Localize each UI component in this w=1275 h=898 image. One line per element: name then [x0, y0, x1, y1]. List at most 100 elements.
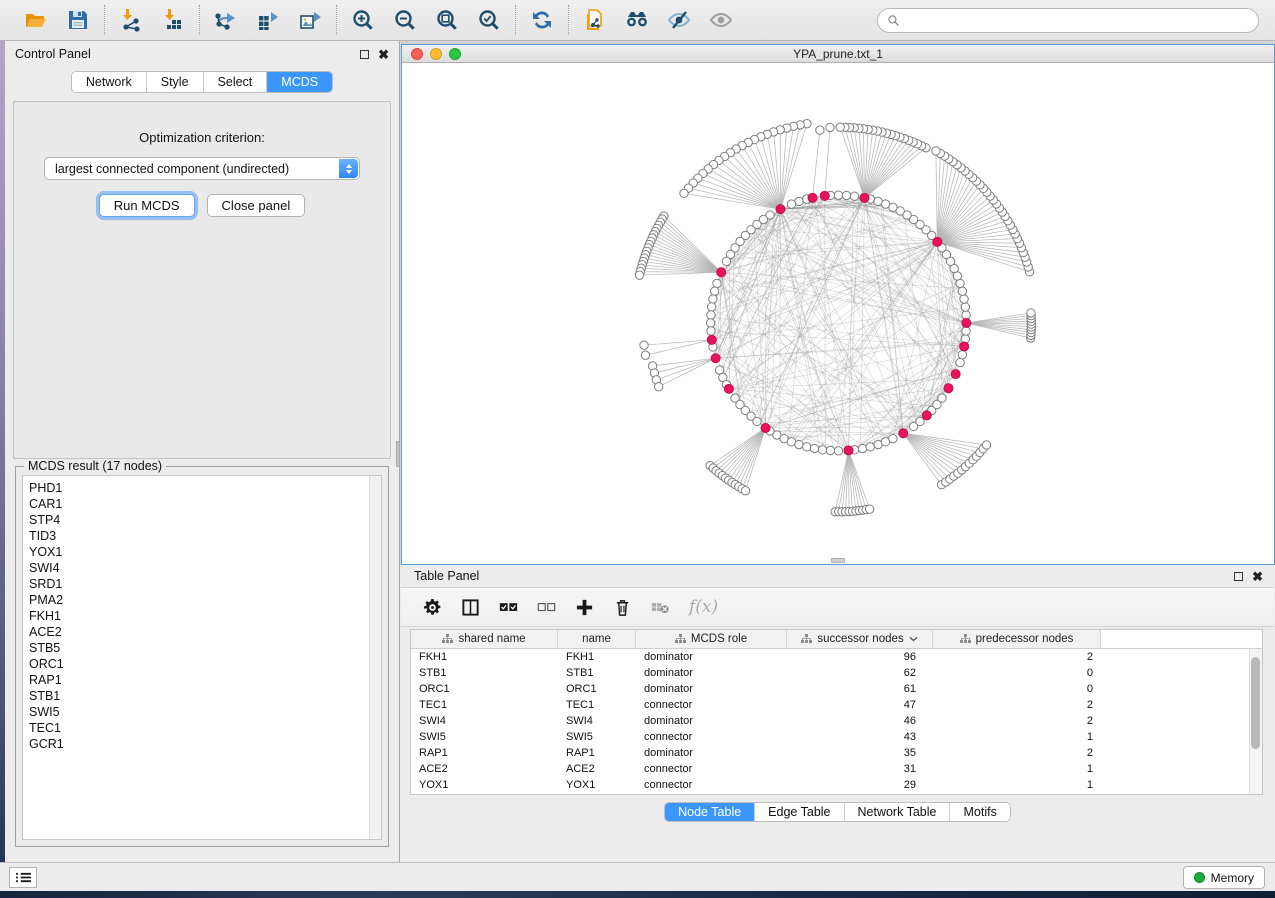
table-scrollbar[interactable]	[1249, 649, 1262, 794]
add-icon[interactable]	[575, 594, 594, 620]
mcds-result-item[interactable]: SWI5	[29, 704, 381, 720]
zoom-fit-icon[interactable]	[433, 6, 461, 34]
zoom-out-icon[interactable]	[391, 6, 419, 34]
search-field[interactable]	[877, 8, 1259, 33]
table-row[interactable]: FKH1FKH1dominator962	[411, 649, 1249, 665]
mcds-result-item[interactable]: STB1	[29, 688, 381, 704]
tab-edge-table[interactable]: Edge Table	[755, 803, 844, 821]
tab-select[interactable]: Select	[204, 72, 268, 92]
float-panel-icon[interactable]	[360, 50, 369, 59]
attribute-type-icon	[960, 634, 971, 644]
search-input[interactable]	[906, 13, 1249, 27]
tab-motifs[interactable]: Motifs	[950, 803, 1009, 821]
mcds-list-scrollbar[interactable]	[369, 476, 381, 839]
tab-network[interactable]: Network	[72, 72, 147, 92]
import-network-icon[interactable]	[117, 6, 145, 34]
mcds-result-list[interactable]: PHD1CAR1STP4TID3YOX1SWI4SRD1PMA2FKH1ACE2…	[22, 475, 382, 840]
table-row[interactable]: ORC1ORC1dominator610	[411, 681, 1249, 697]
delete-icon[interactable]	[613, 594, 632, 620]
panel-splitter-handle[interactable]	[396, 441, 400, 467]
table-cell: 46	[787, 715, 933, 727]
column-header-successor-nodes[interactable]: successor nodes	[787, 630, 933, 648]
float-table-panel-icon[interactable]	[1234, 572, 1243, 581]
table-cell: ORC1	[411, 683, 558, 695]
canvas-splitter-handle[interactable]	[831, 558, 845, 563]
column-header-predecessor-nodes[interactable]: predecessor nodes	[933, 630, 1101, 648]
tab-style[interactable]: Style	[147, 72, 204, 92]
tab-mcds[interactable]: MCDS	[267, 72, 332, 92]
close-panel-icon[interactable]: ✖	[378, 48, 389, 61]
table-row[interactable]: PHD1PHD1dominator180	[411, 793, 1249, 794]
gear-icon[interactable]	[423, 594, 442, 620]
clone-network-icon[interactable]	[581, 6, 609, 34]
network-canvas[interactable]	[402, 63, 1274, 564]
attribute-type-icon	[801, 634, 812, 644]
mcds-result-item[interactable]: FKH1	[29, 608, 381, 624]
table-toolbar: f(x)	[401, 587, 1274, 627]
column-header-shared-name[interactable]: shared name	[411, 630, 558, 648]
column-header-name[interactable]: name	[558, 630, 636, 648]
export-table-icon[interactable]	[254, 6, 282, 34]
mcds-result-item[interactable]: TEC1	[29, 720, 381, 736]
table-row[interactable]: SWI4SWI4dominator462	[411, 713, 1249, 729]
memory-button[interactable]: Memory	[1183, 866, 1265, 889]
optimization-select[interactable]: largest connected component (undirected)	[44, 157, 360, 180]
table-cell: SWI4	[558, 715, 636, 727]
hide-selected-icon[interactable]	[665, 6, 693, 34]
run-mcds-button[interactable]: Run MCDS	[99, 194, 195, 217]
table-row[interactable]: TEC1TEC1connector472	[411, 697, 1249, 713]
table-row[interactable]: YOX1YOX1connector291	[411, 777, 1249, 793]
export-network-icon[interactable]	[212, 6, 240, 34]
mcds-result-item[interactable]: CAR1	[29, 496, 381, 512]
column-header-mcds-role[interactable]: MCDS role	[636, 630, 787, 648]
table-header-row: shared namenameMCDS rolesuccessor nodesp…	[411, 630, 1262, 649]
tab-network-table[interactable]: Network Table	[845, 803, 951, 821]
table-cell: YOX1	[558, 779, 636, 791]
refresh-icon[interactable]	[528, 6, 556, 34]
table-cell: FKH1	[558, 651, 636, 663]
open-session-icon[interactable]	[22, 6, 50, 34]
task-history-button[interactable]	[9, 867, 37, 888]
table-cell: STB1	[411, 667, 558, 679]
mcds-result-item[interactable]: PHD1	[29, 480, 381, 496]
control-panel: Control Panel ✖ NetworkStyleSelectMCDS O…	[5, 41, 400, 862]
mcds-result-item[interactable]: ORC1	[29, 656, 381, 672]
table-row[interactable]: SWI5SWI5connector431	[411, 729, 1249, 745]
deselect-all-icon[interactable]	[537, 594, 556, 620]
network-graph[interactable]	[402, 63, 1274, 564]
mcds-result-item[interactable]: YOX1	[29, 544, 381, 560]
select-all-icon[interactable]	[499, 594, 518, 620]
mcds-result-item[interactable]: SWI4	[29, 560, 381, 576]
import-table-icon[interactable]	[159, 6, 187, 34]
mcds-result-group: MCDS result (17 nodes) PHD1CAR1STP4TID3Y…	[15, 466, 389, 847]
mcds-result-item[interactable]: PMA2	[29, 592, 381, 608]
mcds-result-item[interactable]: STB5	[29, 640, 381, 656]
mcds-result-title: MCDS result (17 nodes)	[24, 459, 166, 473]
find-network-icon[interactable]	[623, 6, 651, 34]
table-row[interactable]: STB1STB1dominator620	[411, 665, 1249, 681]
table-cell: 2	[933, 747, 1101, 759]
mcds-result-item[interactable]: SRD1	[29, 576, 381, 592]
mcds-result-item[interactable]: TID3	[29, 528, 381, 544]
mcds-result-item[interactable]: RAP1	[29, 672, 381, 688]
network-window-titlebar[interactable]: YPA_prune.txt_1	[402, 45, 1274, 63]
close-panel-button[interactable]: Close panel	[207, 194, 306, 217]
table-row[interactable]: RAP1RAP1dominator352	[411, 745, 1249, 761]
mcds-result-item[interactable]: GCR1	[29, 736, 381, 752]
close-table-panel-icon[interactable]: ✖	[1252, 570, 1263, 583]
columns-icon[interactable]	[461, 594, 480, 620]
select-stepper-icon	[339, 159, 358, 178]
mcds-result-item[interactable]: STP4	[29, 512, 381, 528]
zoom-in-icon[interactable]	[349, 6, 377, 34]
tab-node-table[interactable]: Node Table	[665, 803, 755, 821]
save-session-icon[interactable]	[64, 6, 92, 34]
table-row[interactable]: ACE2ACE2connector311	[411, 761, 1249, 777]
table-cell: dominator	[636, 683, 787, 695]
export-image-icon[interactable]	[296, 6, 324, 34]
workspace: YPA_prune.txt_1 Table Panel ✖	[400, 41, 1275, 862]
table-cell: 2	[933, 715, 1101, 727]
zoom-selected-icon[interactable]	[475, 6, 503, 34]
mcds-result-item[interactable]: ACE2	[29, 624, 381, 640]
table-cell: RAP1	[558, 747, 636, 759]
table-scrollbar-thumb[interactable]	[1251, 657, 1260, 749]
